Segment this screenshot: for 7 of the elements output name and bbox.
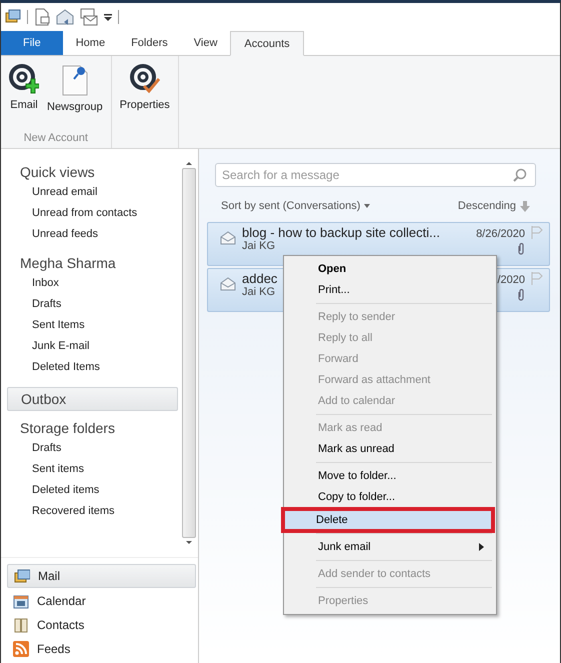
message-subject: blog - how to backup site collecti...	[242, 225, 440, 240]
group-label: New Account	[22, 132, 89, 146]
message-sender: Jai KG	[242, 240, 276, 252]
message-date: 8/26/2020	[476, 228, 525, 240]
message-date: /2020	[497, 274, 525, 286]
message-sender: Jai KG	[242, 286, 276, 298]
message-subject: addec	[242, 271, 278, 286]
